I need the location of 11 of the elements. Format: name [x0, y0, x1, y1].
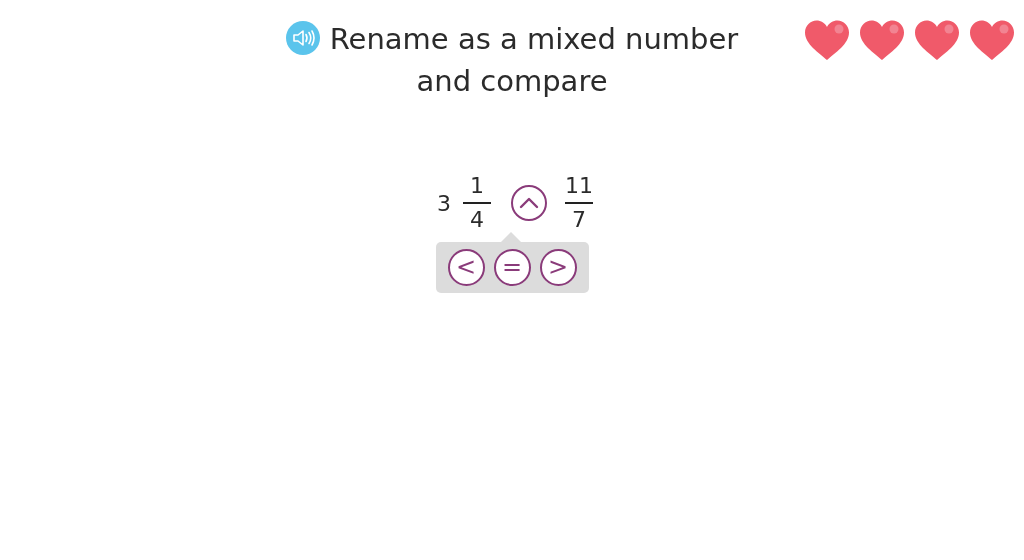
symbol-option[interactable]: < [447, 249, 485, 286]
numerator: 11 [565, 172, 593, 200]
question-title: Rename as a mixed number and compare [329, 22, 739, 98]
symbol-option[interactable]: = [493, 249, 531, 286]
numerator: 1 [470, 172, 484, 200]
whole-number: 3 [437, 190, 451, 216]
comparison-dropdown[interactable] [511, 185, 547, 221]
caret-icon [519, 197, 539, 209]
symbol-option[interactable]: > [539, 249, 577, 286]
denominator: 4 [470, 206, 484, 234]
denominator: 7 [572, 206, 586, 234]
